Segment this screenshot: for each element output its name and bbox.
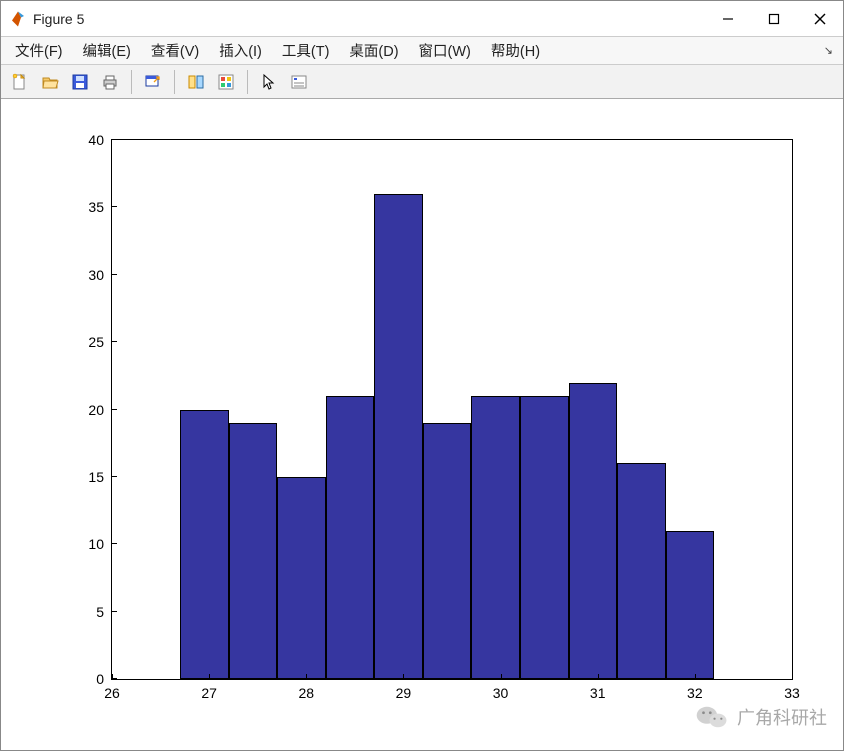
chart-bar: [666, 531, 715, 679]
toolbar-separator: [131, 70, 132, 94]
chart-bar: [471, 396, 520, 679]
toolbar: [1, 65, 843, 99]
x-tick: [209, 674, 210, 680]
matlab-icon: [9, 10, 27, 28]
menu-file[interactable]: 文件(F): [5, 38, 73, 63]
menu-desktop[interactable]: 桌面(D): [339, 38, 408, 63]
open-in-new-window-icon[interactable]: [140, 69, 166, 95]
chart-bar: [520, 396, 569, 679]
x-tick: [306, 674, 307, 680]
close-button[interactable]: [797, 1, 843, 36]
y-tick-label: 5: [96, 604, 112, 620]
brush-icon[interactable]: [213, 69, 239, 95]
x-tick-label: 27: [201, 679, 217, 701]
new-file-icon[interactable]: [7, 69, 33, 95]
y-tick-label: 40: [88, 132, 112, 148]
menu-view[interactable]: 查看(V): [141, 38, 209, 63]
x-tick-label: 33: [784, 679, 800, 701]
menu-help[interactable]: 帮助(H): [481, 38, 550, 63]
chart-bar: [423, 423, 472, 679]
chart-axes: 0510152025303540 2627282930313233: [111, 139, 793, 680]
title-bar: Figure 5: [1, 1, 843, 37]
x-tick: [112, 674, 113, 680]
x-tick: [403, 674, 404, 680]
chart-bar: [617, 463, 666, 679]
y-tick-label: 20: [88, 402, 112, 418]
menu-tools[interactable]: 工具(T): [272, 38, 340, 63]
y-tick-label: 15: [88, 469, 112, 485]
chart-bar: [277, 477, 326, 679]
y-tick-label: 35: [88, 199, 112, 215]
y-tick-label: 10: [88, 536, 112, 552]
y-tick: [111, 476, 117, 477]
x-tick-label: 29: [396, 679, 412, 701]
y-tick: [111, 543, 117, 544]
link-brush-icon[interactable]: [183, 69, 209, 95]
wechat-icon: [695, 700, 729, 734]
y-tick: [111, 409, 117, 410]
figure-canvas[interactable]: 0510152025303540 2627282930313233 广角科研社: [1, 99, 843, 750]
menu-edit[interactable]: 编辑(E): [73, 38, 141, 63]
insert-legend-icon[interactable]: [286, 69, 312, 95]
x-tick-label: 32: [687, 679, 703, 701]
toolbar-separator: [247, 70, 248, 94]
y-tick: [111, 139, 117, 140]
pointer-icon[interactable]: [256, 69, 282, 95]
watermark-label: 广角科研社: [737, 704, 827, 730]
x-tick-label: 31: [590, 679, 606, 701]
y-tick: [111, 341, 117, 342]
menu-expand-icon[interactable]: ↘: [818, 44, 839, 57]
minimize-button[interactable]: [705, 1, 751, 36]
y-tick: [111, 274, 117, 275]
window-title: Figure 5: [33, 11, 84, 27]
chart-bar: [229, 423, 278, 679]
y-tick: [111, 611, 117, 612]
menu-window[interactable]: 窗口(W): [409, 38, 481, 63]
menu-bar: 文件(F) 编辑(E) 查看(V) 插入(I) 工具(T) 桌面(D) 窗口(W…: [1, 37, 843, 65]
x-tick: [695, 674, 696, 680]
x-tick-label: 26: [104, 679, 120, 701]
save-icon[interactable]: [67, 69, 93, 95]
y-tick-label: 30: [88, 267, 112, 283]
x-tick-label: 28: [298, 679, 314, 701]
toolbar-separator: [174, 70, 175, 94]
chart-bar: [569, 383, 618, 679]
chart-bar: [180, 410, 229, 680]
chart-bar: [326, 396, 375, 679]
window-controls: [705, 1, 843, 36]
figure-window: Figure 5 文件(F) 编辑(E) 查看(V) 插入(I) 工具(T) 桌…: [0, 0, 844, 751]
menu-insert[interactable]: 插入(I): [209, 38, 272, 63]
print-icon[interactable]: [97, 69, 123, 95]
y-tick: [111, 206, 117, 207]
y-tick-label: 25: [88, 334, 112, 350]
chart-bars: [112, 140, 792, 679]
chart-bar: [374, 194, 423, 679]
maximize-button[interactable]: [751, 1, 797, 36]
x-tick: [598, 674, 599, 680]
watermark: 广角科研社: [695, 700, 827, 734]
x-tick-label: 30: [493, 679, 509, 701]
x-tick: [792, 674, 793, 680]
x-tick: [501, 674, 502, 680]
title-bar-left: Figure 5: [9, 10, 84, 28]
open-file-icon[interactable]: [37, 69, 63, 95]
